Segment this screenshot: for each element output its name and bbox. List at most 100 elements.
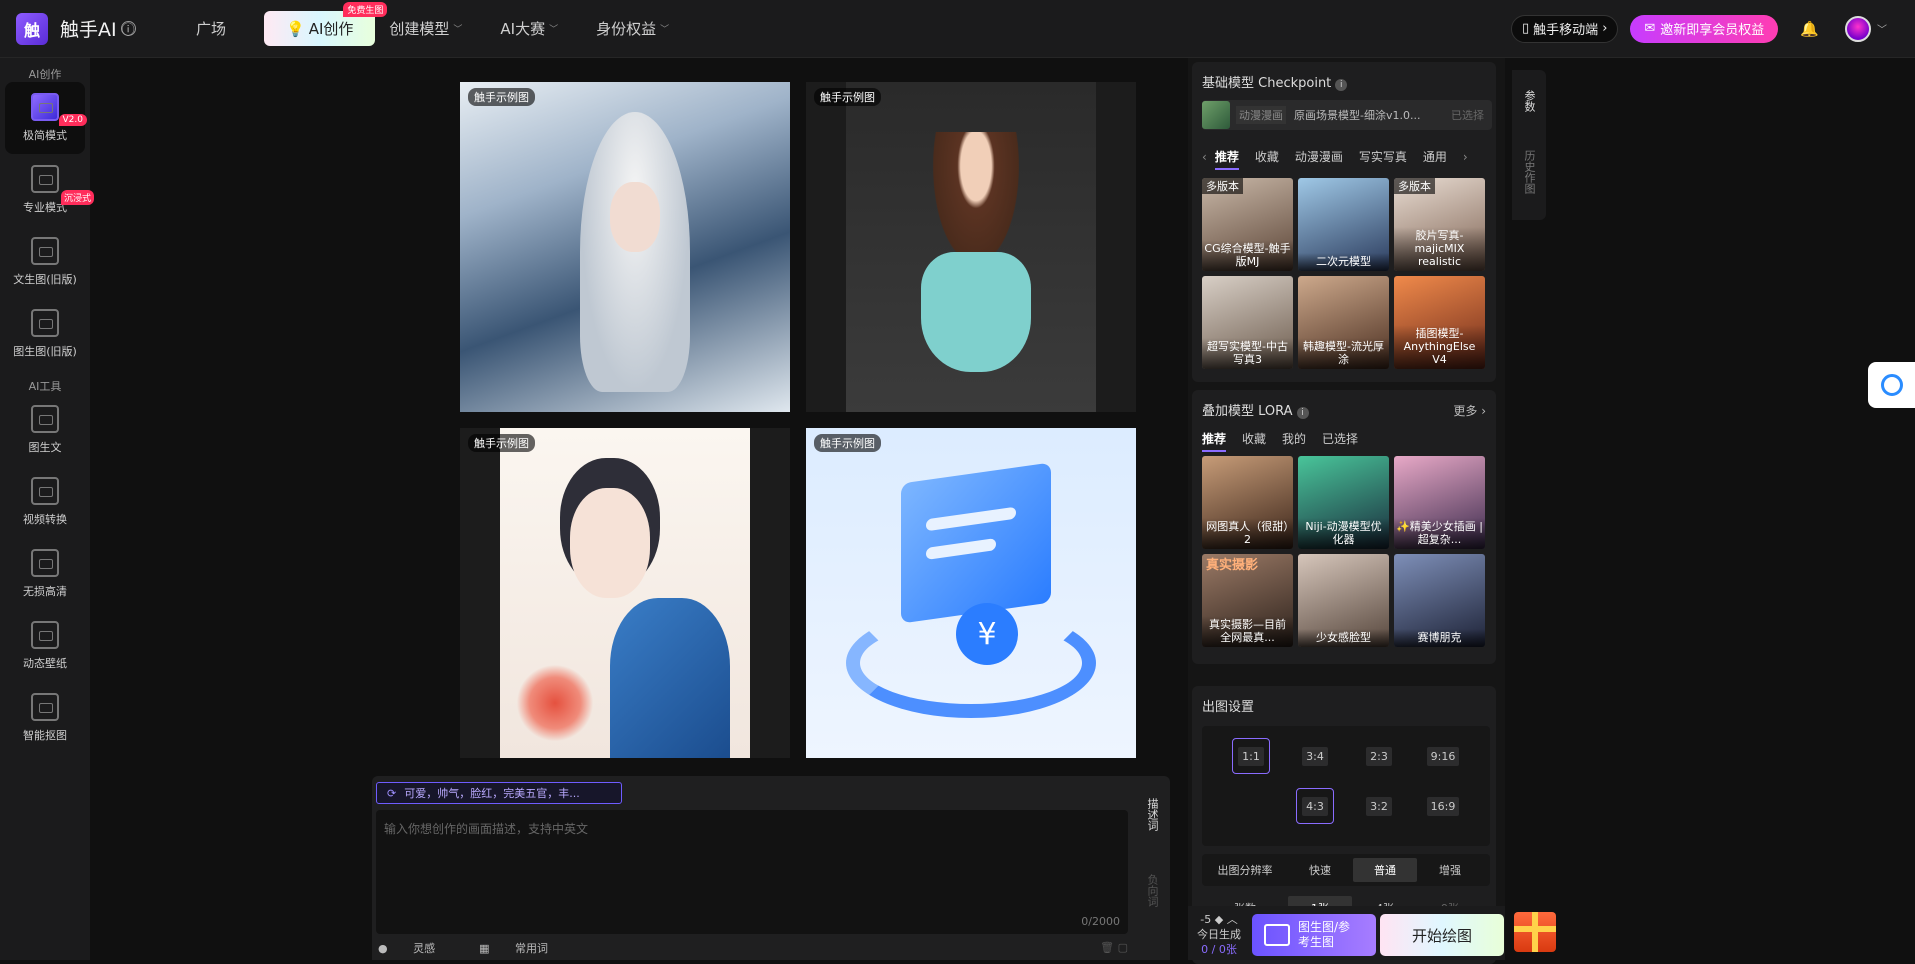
- tab-general[interactable]: 通用: [1423, 148, 1447, 165]
- chevron-right-icon: ›: [1602, 21, 1608, 36]
- sidebar-item-pro-mode[interactable]: 专业模式 沉浸式: [0, 154, 94, 226]
- model-tag: 多版本: [1394, 178, 1435, 194]
- tab-realistic[interactable]: 写实写真: [1359, 148, 1407, 165]
- res-normal[interactable]: 普通: [1353, 858, 1417, 882]
- bulb-icon: ●: [378, 942, 388, 955]
- today-quota[interactable]: -5 ◆ ︿ 今日生成 0 / 0张: [1194, 912, 1244, 957]
- resolution-label: 出图分辨率: [1217, 864, 1273, 877]
- lora-card[interactable]: 赛博朋克: [1394, 554, 1485, 647]
- nav-ai-create[interactable]: 💡 AI创作 免费生图: [264, 2, 388, 46]
- tab-favorite[interactable]: 收藏: [1255, 148, 1279, 165]
- ratio-1-1[interactable]: 1:1: [1232, 738, 1270, 774]
- avatar[interactable]: [1845, 15, 1871, 42]
- sidebar-item-lossless-hd[interactable]: 无损高清: [0, 538, 90, 610]
- trash-icon[interactable]: 🗑 ▢: [1100, 941, 1128, 954]
- inspiration-chip[interactable]: ⟳ 可爱，帅气，脸红，完美五官，丰...: [376, 782, 622, 804]
- mail-icon: ✉: [1644, 21, 1656, 36]
- ratio-16-9[interactable]: 16:9: [1424, 788, 1462, 824]
- lora-more-label: 更多: [1453, 404, 1478, 418]
- nav-contest[interactable]: AI大赛 ﹀: [500, 18, 558, 39]
- info-icon[interactable]: i: [1335, 79, 1348, 91]
- nav-square[interactable]: 广场: [196, 18, 226, 39]
- info-icon[interactable]: i: [1296, 407, 1309, 419]
- ratio-3-4[interactable]: 3:4: [1296, 738, 1334, 774]
- ratio-3-2[interactable]: 3:2: [1360, 788, 1398, 824]
- char-count: 0/2000: [1081, 915, 1120, 928]
- sidebar-item-img2text[interactable]: 图生文: [0, 394, 90, 466]
- bell-icon[interactable]: 🔔: [1800, 20, 1819, 38]
- chevron-down-icon: ﹀: [453, 25, 463, 35]
- nav-create-model-label: 创建模型: [389, 20, 450, 38]
- tab-description[interactable]: 描述词: [1134, 776, 1170, 852]
- sidebar-item-label: 动态壁纸: [23, 657, 67, 670]
- ratio-label: 3:2: [1366, 796, 1392, 816]
- ratio-2-3[interactable]: 2:3: [1360, 738, 1398, 774]
- tab-negative[interactable]: 负向词: [1134, 852, 1170, 928]
- model-card[interactable]: 韩趣模型-流光厚涂: [1298, 276, 1389, 369]
- lora-card[interactable]: Niji-动漫模型优化器: [1298, 456, 1389, 549]
- example-card[interactable]: 触手示例图 ¥: [806, 428, 1136, 758]
- assistant-float-button[interactable]: [1868, 362, 1915, 408]
- tab-selected[interactable]: 已选择: [1322, 430, 1358, 447]
- image-text-icon: [31, 405, 59, 433]
- ratio-9-16[interactable]: 9:16: [1424, 738, 1462, 774]
- selected-checkpoint[interactable]: 动漫漫画 原画场景模型-细涂v1.0... 已选择: [1202, 100, 1492, 130]
- img2img-button[interactable]: 图生图/参考生图: [1252, 914, 1376, 956]
- res-enhanced[interactable]: 增强: [1418, 858, 1482, 882]
- sidebar-item-simple-mode[interactable]: 极简模式 V2.0: [5, 82, 87, 154]
- model-card[interactable]: 二次元模型: [1298, 178, 1389, 271]
- lora-more-link[interactable]: 更多 ›: [1453, 402, 1486, 419]
- sidebar-item-smart-cutout[interactable]: 智能抠图: [0, 682, 90, 754]
- ratio-4-3[interactable]: 4:3: [1296, 788, 1334, 824]
- prompt-input[interactable]: 输入你想创作的画面描述，支持中英文 0/2000: [376, 810, 1128, 934]
- tab-mine[interactable]: 我的: [1282, 430, 1306, 447]
- model-card[interactable]: 多版本 CG综合模型-触手版MJ: [1202, 178, 1293, 271]
- inspiration-button[interactable]: ● 灵感: [378, 940, 457, 956]
- example-label: 触手示例图: [468, 88, 535, 106]
- lora-card[interactable]: 少女感脸型: [1298, 554, 1389, 647]
- chevron-down-icon[interactable]: ﹀: [1877, 21, 1887, 36]
- tab-params[interactable]: 参数: [1512, 70, 1546, 132]
- lora-card[interactable]: ✨精美少女插画 | 超复杂...: [1394, 456, 1485, 549]
- sidebar-item-img2img-old[interactable]: 图生图(旧版): [0, 298, 90, 370]
- gift-icon[interactable]: [1514, 912, 1556, 952]
- tab-recommend[interactable]: 推荐: [1214, 148, 1239, 170]
- inspiration-chip-text: 可爱，帅气，脸红，完美五官，丰...: [404, 787, 580, 800]
- sidebar-item-video-convert[interactable]: 视频转换: [0, 466, 90, 538]
- info-icon[interactable]: ⓘ: [120, 21, 136, 38]
- example-card[interactable]: 触手示例图: [460, 428, 790, 758]
- example-card[interactable]: 触手示例图: [806, 82, 1136, 412]
- start-drawing-button[interactable]: 开始绘图: [1380, 914, 1504, 956]
- model-card[interactable]: 多版本 胶片写真-majicMIX realistic: [1394, 178, 1485, 271]
- sidebar-item-label: 文生图(旧版): [13, 273, 77, 286]
- common-words-button[interactable]: ▦ 常用词: [479, 940, 570, 956]
- logo[interactable]: 触 触手AI ⓘ: [16, 12, 176, 45]
- tab-favorite[interactable]: 收藏: [1242, 430, 1266, 447]
- lora-card[interactable]: 网图真人（很甜）2: [1202, 456, 1293, 549]
- example-card[interactable]: 触手示例图: [460, 82, 790, 412]
- tab-recommend[interactable]: 推荐: [1202, 430, 1227, 452]
- model-card[interactable]: 超写实模型-中古写真3: [1202, 276, 1293, 369]
- refresh-icon[interactable]: ⟳: [387, 787, 396, 800]
- chevron-right-icon[interactable]: ›: [1463, 150, 1468, 164]
- vip-invite-button[interactable]: ✉ 邀新即享会员权益: [1630, 14, 1779, 43]
- model-card[interactable]: 插图模型-AnythingElse V4: [1394, 276, 1485, 369]
- sidebar-item-text2img-old[interactable]: 文生图(旧版): [0, 226, 90, 298]
- mobile-app-button[interactable]: ▯ 触手移动端 ›: [1511, 14, 1619, 43]
- lora-title-text: 叠加模型 LORA: [1202, 404, 1293, 419]
- ratio-label: 9:16: [1426, 746, 1460, 766]
- nav-create-model[interactable]: 创建模型 ﹀: [389, 18, 462, 39]
- sidebar-item-label: 无损高清: [23, 585, 67, 598]
- chevron-down-icon: ﹀: [549, 25, 559, 35]
- tab-history[interactable]: 历史作图: [1512, 132, 1546, 212]
- sidebar-item-live-wallpaper[interactable]: 动态壁纸: [0, 610, 90, 682]
- image-ref-icon: [1264, 924, 1290, 946]
- res-fast[interactable]: 快速: [1288, 858, 1352, 882]
- tab-anime[interactable]: 动漫漫画: [1295, 148, 1343, 165]
- nav-contest-label: AI大赛: [500, 20, 546, 38]
- model-tag: 多版本: [1202, 178, 1243, 194]
- nav-identity[interactable]: 身份权益 ﹀: [596, 18, 669, 39]
- chevron-left-icon[interactable]: ‹: [1202, 150, 1207, 164]
- chevron-down-icon: ﹀: [660, 25, 670, 35]
- lora-card[interactable]: 真实摄影 真实摄影—目前全网最真...: [1202, 554, 1293, 647]
